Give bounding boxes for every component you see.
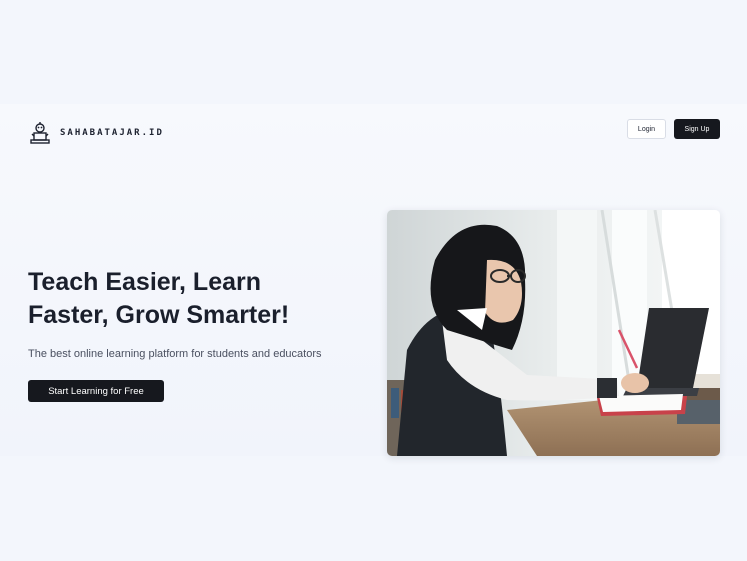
start-learning-button[interactable]: Start Learning for Free bbox=[28, 380, 164, 402]
login-button[interactable]: Login bbox=[627, 119, 666, 139]
signup-button[interactable]: Sign Up bbox=[674, 119, 720, 139]
hero-image bbox=[387, 210, 720, 456]
hero-title-line-1: Teach Easier, Learn bbox=[28, 268, 261, 296]
brand-logo[interactable]: SAHABATAJAR.ID bbox=[28, 120, 164, 146]
hero-title-line-2: Faster, Grow Smarter! bbox=[28, 301, 290, 329]
brand-name: SAHABATAJAR.ID bbox=[60, 128, 164, 138]
hero-subtitle: The best online learning platform for st… bbox=[28, 348, 322, 360]
hero-title: Teach Easier, Learn Faster, Grow Smarter… bbox=[28, 266, 358, 332]
robot-desk-icon bbox=[30, 122, 50, 144]
student-photo bbox=[387, 210, 720, 456]
